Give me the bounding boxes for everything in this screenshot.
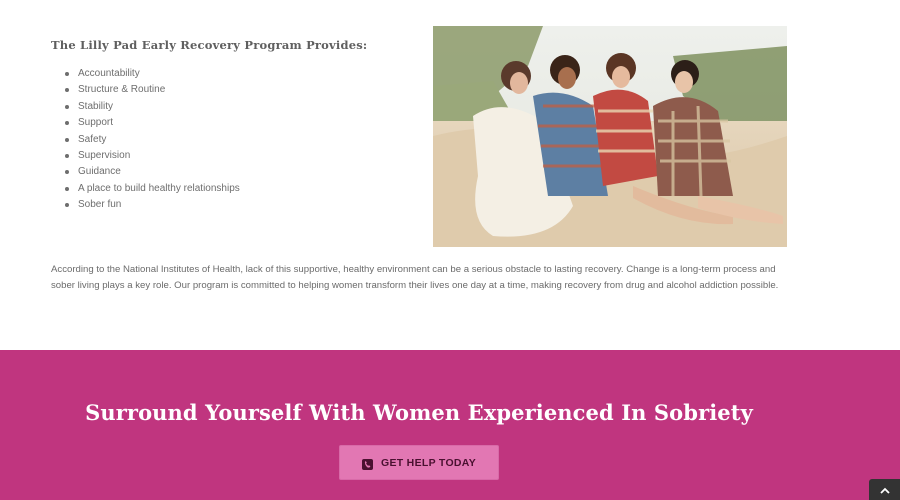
cta-section: Surround Yourself With Women Experienced… [0, 350, 900, 500]
chevron-up-icon [879, 481, 890, 499]
get-help-button[interactable]: GET HELP TODAY [339, 445, 499, 480]
list-item: Support [63, 115, 240, 131]
list-item: Guidance [63, 164, 240, 180]
scroll-to-top-button[interactable] [869, 479, 900, 500]
features-list: Accountability Structure & Routine Stabi… [63, 66, 240, 214]
list-item: Accountability [63, 66, 240, 82]
content-section: The Lilly Pad Early Recovery Program Pro… [0, 0, 900, 350]
list-item: Structure & Routine [63, 82, 240, 98]
list-item: Stability [63, 99, 240, 115]
cta-title: Surround Yourself With Women Experienced… [85, 400, 753, 425]
program-heading: The Lilly Pad Early Recovery Program Pro… [51, 38, 368, 52]
list-item: Sober fun [63, 197, 240, 213]
list-item: A place to build healthy relationships [63, 181, 240, 197]
phone-icon [361, 457, 373, 470]
women-on-beach-photo [433, 26, 787, 247]
get-help-button-label: GET HELP TODAY [380, 456, 477, 469]
recovery-paragraph: According to the National Institutes of … [51, 264, 779, 292]
list-item: Safety [63, 132, 240, 148]
list-item: Supervision [63, 148, 240, 164]
